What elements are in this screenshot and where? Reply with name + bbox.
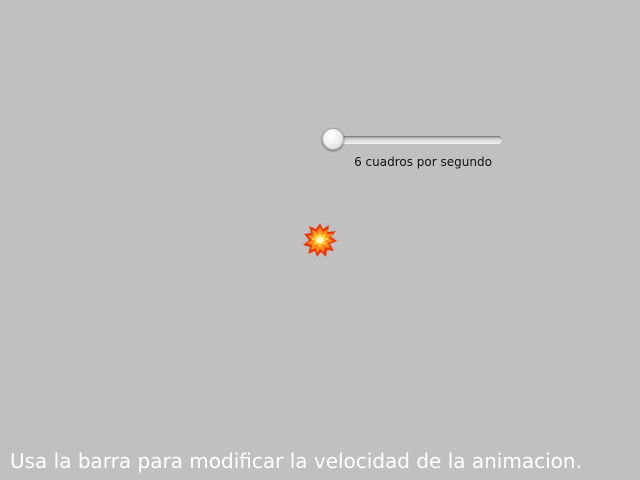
explosion-icon bbox=[303, 223, 337, 257]
slider-thumb[interactable] bbox=[322, 128, 344, 150]
fps-label: 6 cuadros por segundo bbox=[354, 155, 492, 169]
instructions-text: Usa la barra para modificar la velocidad… bbox=[10, 449, 582, 473]
explosion-sprite bbox=[302, 222, 338, 258]
fps-slider[interactable] bbox=[322, 126, 502, 154]
animation-stage: 6 cuadros por segundo Usa la barra para … bbox=[0, 0, 640, 480]
slider-track[interactable] bbox=[322, 136, 502, 144]
